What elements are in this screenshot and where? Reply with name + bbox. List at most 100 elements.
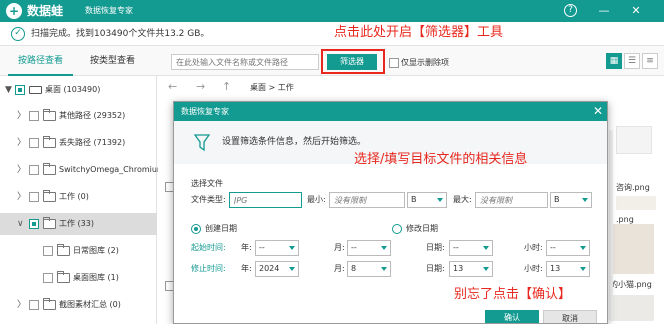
- tree-item-other-paths[interactable]: 〉 其他路径 (29352): [0, 105, 157, 127]
- file-thumbnail[interactable]: [616, 196, 656, 210]
- file-thumbnail[interactable]: [616, 126, 652, 154]
- tree-item-work-0[interactable]: 〉 工作 (0): [0, 186, 157, 208]
- brand-name: 数据蛙: [27, 4, 64, 18]
- start-day-value: --: [453, 243, 459, 252]
- app-window: + 数据蛙 数据恢复专家 ? — ✕ ✓ 扫描完成。找到103490个文件共13…: [0, 0, 664, 324]
- tree-checkbox[interactable]: [43, 273, 53, 283]
- app-logo-icon: +: [6, 3, 22, 19]
- content-scrollbar[interactable]: [609, 130, 613, 320]
- max-unit-value: B: [554, 195, 560, 204]
- tree-item-switchyomega[interactable]: 〉 SwitchyOmega_Chromium: [0, 159, 165, 181]
- chevron-down-icon: [580, 267, 586, 271]
- back-arrow-icon[interactable]: ←: [168, 80, 177, 94]
- min-size-label: 最小:: [307, 195, 326, 204]
- tree-item-label: 桌面 (103490): [45, 85, 101, 94]
- expand-icon[interactable]: 〉: [17, 299, 26, 311]
- dialog-title: 数据恢复专家: [181, 107, 229, 116]
- tree-checkbox[interactable]: [29, 219, 39, 229]
- day-label: 日期:: [426, 264, 445, 273]
- end-hour-select[interactable]: 13: [546, 261, 590, 277]
- min-unit-select[interactable]: B: [407, 192, 447, 208]
- end-day-value: 13: [453, 264, 464, 273]
- file-thumbnail[interactable]: [610, 224, 654, 274]
- tree-item-desktop[interactable]: ▼ 桌面 (103490): [0, 79, 157, 101]
- grid-view-icon[interactable]: ▦: [606, 53, 622, 69]
- expand-icon[interactable]: 〉: [17, 191, 26, 203]
- tree-item-label: 丢失路径 (71392): [59, 138, 126, 147]
- tree-item-screenshots[interactable]: 〉 截图素材汇总 (0): [0, 294, 157, 316]
- cancel-button[interactable]: 取消: [543, 310, 597, 323]
- collapse-icon[interactable]: ▼: [5, 84, 12, 96]
- modified-date-label: 修改日期: [406, 224, 438, 233]
- tree-checkbox[interactable]: [29, 138, 39, 148]
- tree-checkbox[interactable]: [15, 85, 25, 95]
- tree-checkbox[interactable]: [29, 192, 39, 202]
- min-unit-value: B: [411, 195, 417, 204]
- confirm-button[interactable]: 确认: [485, 310, 539, 323]
- collapse-icon[interactable]: ∨: [17, 218, 24, 230]
- folder-icon: [43, 190, 56, 202]
- start-month-select[interactable]: --: [347, 240, 391, 256]
- file-thumbnail[interactable]: [610, 295, 654, 321]
- created-date-radio[interactable]: [191, 224, 201, 234]
- filter-funnel-icon: [194, 134, 210, 152]
- start-hour-select[interactable]: --: [546, 240, 590, 256]
- tree-checkbox[interactable]: [29, 300, 39, 310]
- month-label: 月:: [334, 243, 345, 252]
- tree-item-label: 工作 (0): [59, 192, 89, 201]
- breadcrumb: 桌面 > 工作: [250, 83, 294, 92]
- chevron-down-icon: [381, 267, 387, 271]
- folder-icon: [43, 217, 56, 229]
- toolbar: 按路径查看 按类型查看 筛选器 仅显示删除项 ▦ ☰ ≡: [0, 46, 664, 76]
- chevron-down-icon: [289, 246, 295, 250]
- annotation-fill-info: 选择/填写目标文件的相关信息: [354, 152, 528, 167]
- dialog-info-text: 设置筛选条件信息，然后开始筛选。: [222, 137, 367, 147]
- tree-checkbox[interactable]: [29, 111, 39, 121]
- modified-date-radio[interactable]: [392, 224, 402, 234]
- dialog-title-bar: 数据恢复专家 ✕: [174, 102, 607, 121]
- title-bar: + 数据蛙 数据恢复专家 ? — ✕: [0, 0, 664, 22]
- max-unit-select[interactable]: B: [550, 192, 592, 208]
- dialog-close-icon[interactable]: ✕: [593, 104, 603, 118]
- end-year-select[interactable]: 2024: [255, 261, 299, 277]
- help-icon[interactable]: ?: [564, 4, 577, 17]
- detail-view-icon[interactable]: ≡: [642, 53, 658, 69]
- minimize-button[interactable]: —: [596, 3, 612, 19]
- max-size-label: 最大:: [453, 195, 472, 204]
- list-view-icon[interactable]: ☰: [624, 53, 640, 69]
- deleted-only-checkbox[interactable]: [389, 58, 399, 68]
- hour-label: 小时:: [524, 264, 543, 273]
- tree-item-work-33[interactable]: ∨ 工作 (33): [0, 213, 157, 235]
- min-size-input[interactable]: [329, 192, 405, 208]
- search-input[interactable]: [171, 54, 319, 70]
- expand-icon[interactable]: 〉: [17, 137, 26, 149]
- created-date-label: 创建日期: [205, 224, 237, 233]
- forward-arrow-icon[interactable]: →: [196, 80, 205, 94]
- folder-icon: [57, 244, 70, 256]
- up-arrow-icon[interactable]: ↑: [222, 80, 231, 94]
- start-day-select[interactable]: --: [449, 240, 493, 256]
- start-year-value: --: [259, 243, 265, 252]
- close-button[interactable]: ✕: [628, 3, 644, 19]
- chevron-down-icon: [381, 246, 387, 250]
- expand-icon[interactable]: 〉: [17, 110, 26, 122]
- file-type-input[interactable]: [229, 192, 302, 208]
- max-size-input[interactable]: [475, 192, 548, 208]
- expand-icon[interactable]: 〉: [17, 164, 26, 176]
- tree-item-daily-gallery[interactable]: 日常图库 (2): [0, 240, 157, 262]
- end-month-select[interactable]: 8: [347, 261, 391, 277]
- tree-checkbox[interactable]: [43, 246, 53, 256]
- filter-button[interactable]: 筛选器: [327, 54, 377, 70]
- end-day-select[interactable]: 13: [449, 261, 493, 277]
- folder-tree: ▼ 桌面 (103490) 〉 其他路径 (29352) 〉 丢失路径 (713…: [0, 76, 165, 324]
- tree-item-label: 截图素材汇总 (0): [59, 300, 121, 309]
- tab-by-type[interactable]: 按类型查看: [80, 46, 145, 76]
- tab-by-path[interactable]: 按路径查看: [8, 46, 73, 76]
- tree-item-desktop-gallery[interactable]: 桌面图库 (1): [0, 267, 157, 289]
- start-year-select[interactable]: --: [255, 240, 299, 256]
- tree-item-lost-paths[interactable]: 〉 丢失路径 (71392): [0, 132, 157, 154]
- tree-checkbox[interactable]: [29, 165, 39, 175]
- deleted-only-label: 仅显示删除项: [401, 58, 449, 67]
- folder-icon: [43, 109, 56, 121]
- start-hour-value: --: [550, 243, 556, 252]
